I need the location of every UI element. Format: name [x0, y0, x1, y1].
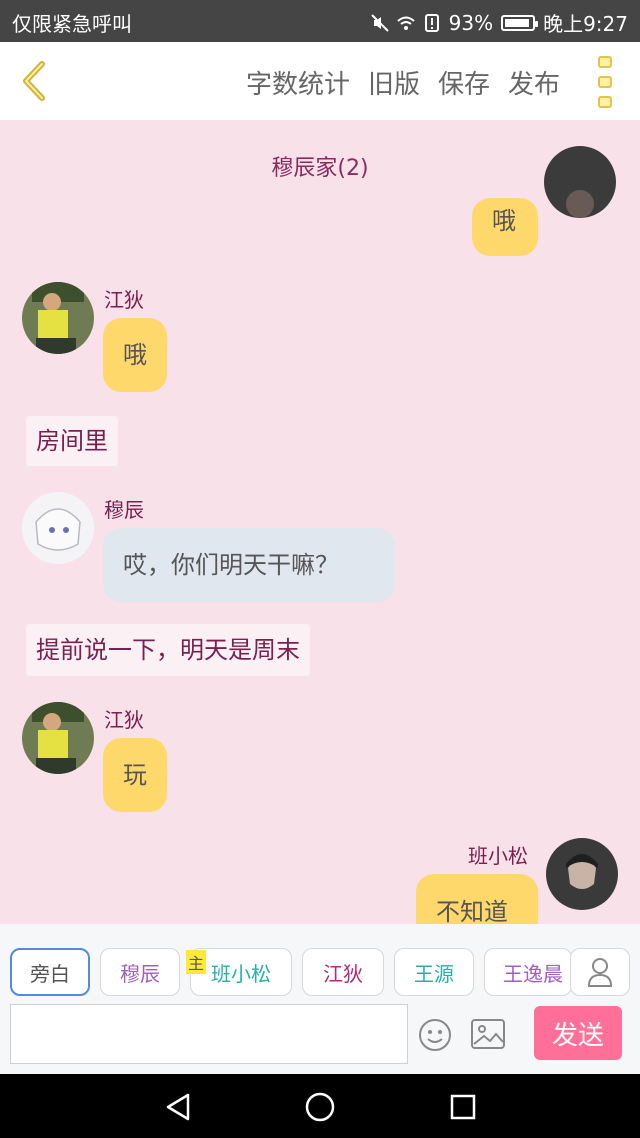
more-menu-icon[interactable] [598, 56, 616, 108]
word-count-button[interactable]: 字数统计 [246, 64, 350, 101]
person-icon [587, 958, 613, 987]
main-character-badge: 主 [186, 950, 207, 974]
chat-area[interactable]: 穆辰家(2) 哦 江狄 哦 房间里 穆辰 哎，你们明天干嘛？ 提前说一下，明天是… [0, 120, 640, 924]
recents-nav-icon[interactable] [449, 1093, 477, 1121]
status-text: 仅限紧急呼叫 [12, 12, 132, 36]
top-actions: 字数统计 旧版 保存 发布 [246, 64, 560, 101]
avatar[interactable] [544, 146, 616, 218]
add-character-button[interactable] [570, 948, 630, 996]
message-input[interactable] [10, 1004, 408, 1064]
sender-name: 班小松 [468, 844, 528, 868]
message-bubble[interactable]: 哎，你们明天干嘛？ [103, 528, 395, 602]
character-selector: 旁白 穆辰 班小松 主 江狄 王源 王逸晨 [0, 924, 640, 1000]
sender-name: 江狄 [104, 288, 144, 312]
top-bar: 字数统计 旧版 保存 发布 [0, 42, 640, 120]
avatar[interactable] [22, 492, 94, 564]
image-icon[interactable] [470, 1018, 506, 1050]
clock: 晚上9:27 [543, 12, 628, 36]
character-chip-muchen[interactable]: 穆辰 [100, 948, 180, 996]
input-row: 发送 [0, 1000, 640, 1074]
narration-text[interactable]: 房间里 [26, 416, 118, 466]
home-nav-icon[interactable] [304, 1091, 336, 1123]
status-bar: 仅限紧急呼叫 93% 晚上9:27 [0, 0, 640, 42]
wifi-icon [396, 16, 415, 30]
old-version-button[interactable]: 旧版 [368, 64, 420, 101]
avatar[interactable] [22, 702, 94, 774]
battery-percent: 93% [448, 10, 494, 35]
avatar[interactable] [546, 838, 618, 910]
narration-text[interactable]: 提前说一下，明天是周末 [26, 624, 310, 676]
send-button[interactable]: 发送 [534, 1006, 622, 1060]
system-nav-bar [0, 1074, 640, 1138]
back-nav-icon[interactable] [164, 1092, 192, 1122]
character-chip-narrator[interactable]: 旁白 [10, 948, 90, 996]
back-arrow-icon[interactable] [18, 60, 50, 102]
publish-button[interactable]: 发布 [508, 64, 560, 101]
save-button[interactable]: 保存 [438, 64, 490, 101]
status-icons: 93% 晚上9:27 [370, 8, 628, 37]
character-chip-jiangdi[interactable]: 江狄 [302, 948, 384, 996]
message-bubble[interactable]: 哦 [472, 198, 538, 256]
mute-icon [370, 13, 389, 32]
character-chip-wangyuan[interactable]: 王源 [394, 948, 474, 996]
message-bubble[interactable]: 玩 [103, 738, 167, 812]
message-bubble[interactable]: 哦 [103, 318, 167, 392]
alert-icon [424, 13, 439, 32]
avatar[interactable] [22, 282, 94, 354]
sender-name: 穆辰 [104, 498, 144, 522]
battery-icon [501, 14, 539, 31]
sender-name: 江狄 [104, 708, 144, 732]
emoji-icon[interactable] [418, 1018, 452, 1052]
character-chip-wangyichen[interactable]: 王逸晨 [484, 948, 572, 996]
message-bubble[interactable]: 不知道 [416, 874, 538, 924]
